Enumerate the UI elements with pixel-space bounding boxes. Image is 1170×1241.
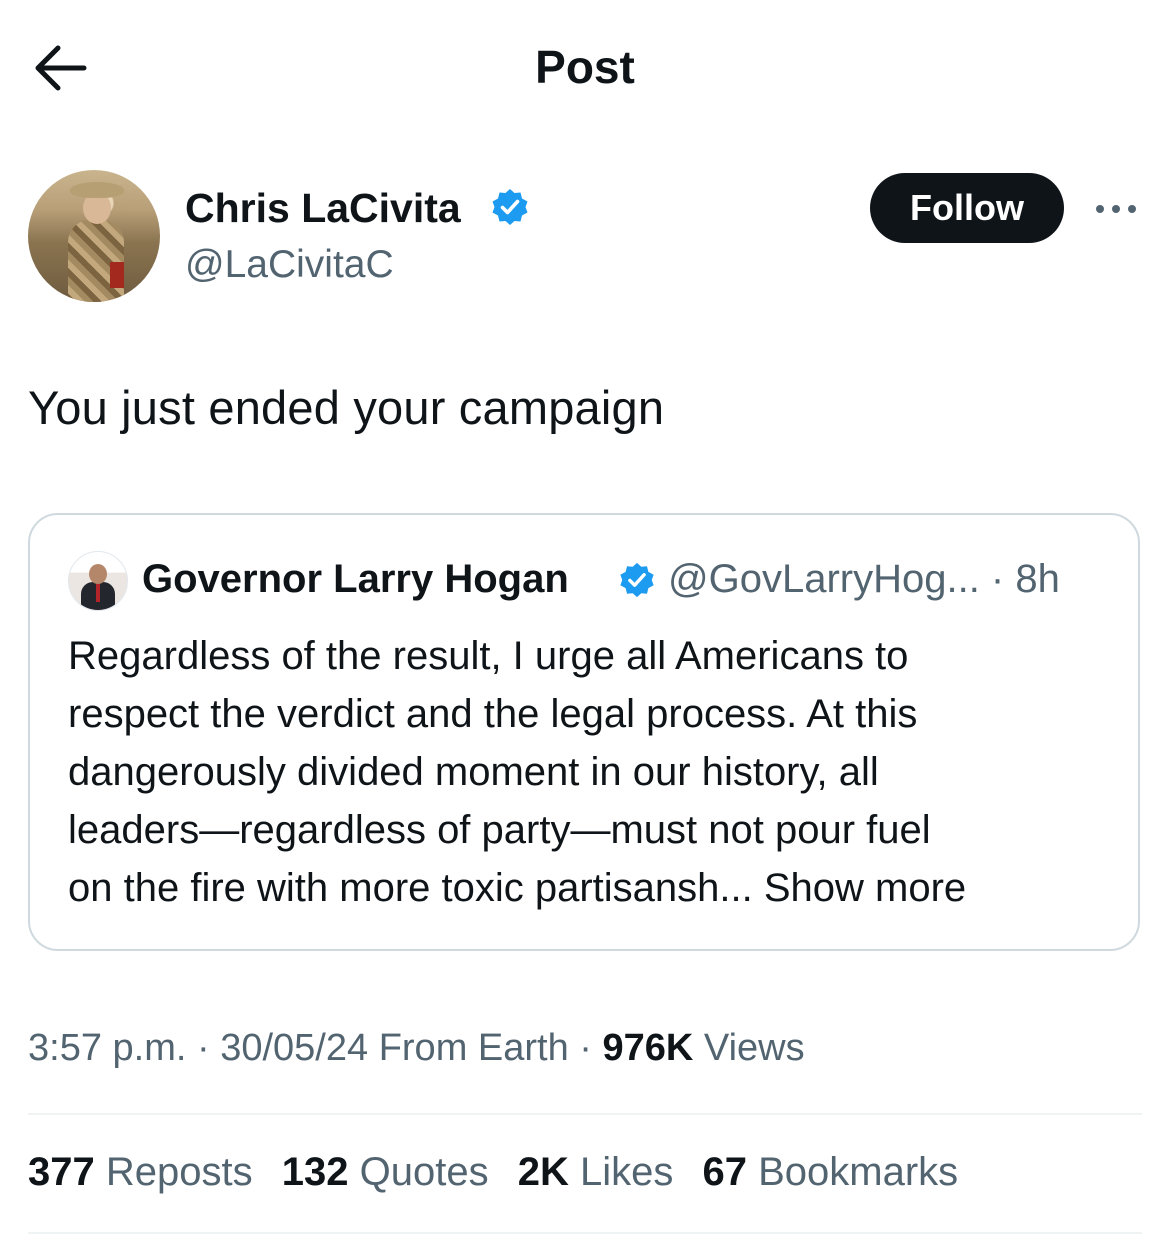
quotes-label: Quotes [359, 1150, 489, 1194]
views-label: Views [703, 1027, 805, 1069]
post-source: From Earth [378, 1027, 569, 1069]
quoted-text-last: on the fire with more toxic partisansh..… [68, 866, 753, 910]
likes-count: 2K [517, 1150, 569, 1194]
post-author-row: Chris LaCivita @LaCivitaC Follow [0, 165, 1170, 310]
quoted-text-line: Regardless of the result, I urge all Ame… [68, 634, 909, 678]
page-title: Post [535, 41, 635, 93]
quoted-author-name: Governor Larry Hogan [142, 557, 569, 601]
author-name[interactable]: Chris LaCivita [185, 185, 461, 232]
avatar[interactable] [28, 170, 160, 302]
reposts-label: Reposts [105, 1150, 253, 1194]
author-handle[interactable]: @LaCivitaC [185, 243, 394, 287]
divider [28, 1232, 1142, 1234]
bookmarks-count: 67 [702, 1150, 748, 1194]
post-metadata: 3:57 p.m. · 30/05/24 From Earth · 976K V… [28, 1027, 805, 1069]
quoted-post-card[interactable]: Governor Larry Hogan @GovLarryHog... · 8… [28, 513, 1140, 951]
quotes-stat[interactable]: 132 Quotes [282, 1150, 489, 1195]
verified-badge-icon [492, 189, 528, 225]
reposts-count: 377 [28, 1150, 95, 1194]
show-more-link[interactable]: Show more [764, 866, 966, 910]
top-bar: Post [0, 0, 1170, 130]
divider [28, 1113, 1142, 1115]
quoted-text-line: respect the verdict and the legal proces… [68, 692, 918, 736]
views-count: 976K [602, 1027, 694, 1069]
more-horizontal-icon[interactable] [1092, 197, 1140, 221]
quoted-handle-time: @GovLarryHog... · 8h [668, 557, 1060, 601]
post-date[interactable]: 30/05/24 [220, 1027, 368, 1069]
follow-button[interactable]: Follow [870, 173, 1064, 243]
quotes-count: 132 [281, 1150, 349, 1194]
engagement-stats: 377 Reposts 132 Quotes 2K Likes 67 Bookm… [28, 1150, 976, 1195]
quoted-text-line: dangerously divided moment in our histor… [68, 750, 879, 794]
likes-label: Likes [579, 1150, 674, 1194]
quoted-text-line: on the fire with more toxic partisansh..… [68, 859, 1128, 917]
bookmarks-stat[interactable]: 67 Bookmarks [703, 1150, 959, 1195]
verified-badge-icon [620, 562, 654, 598]
likes-stat[interactable]: 2K Likes [518, 1150, 674, 1195]
bookmarks-label: Bookmarks [758, 1150, 959, 1194]
quoted-avatar [68, 551, 128, 611]
reposts-stat[interactable]: 377 Reposts [28, 1150, 253, 1195]
quoted-post-text: Regardless of the result, I urge all Ame… [68, 627, 1128, 917]
post-time[interactable]: 3:57 p.m. [28, 1027, 186, 1069]
quoted-text-line: leaders—regardless of party—must not pou… [68, 808, 931, 852]
post-text: You just ended your campaign [28, 381, 665, 434]
